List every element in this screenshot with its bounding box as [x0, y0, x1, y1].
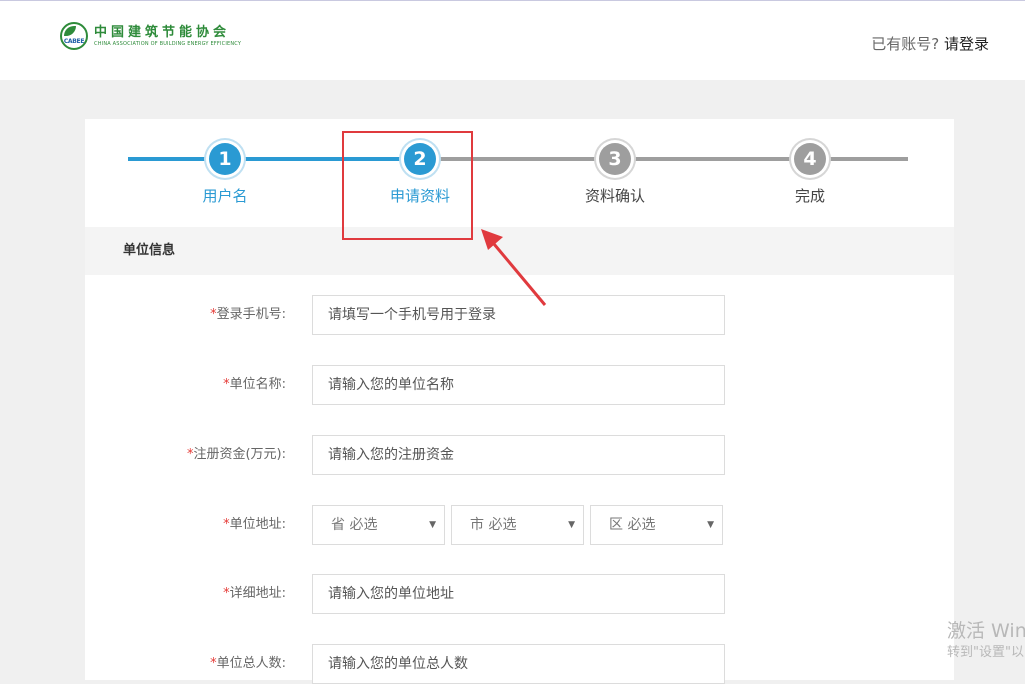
windows-activation-watermark: 激活 Win — [947, 620, 1025, 642]
annotation-arrow-head — [481, 229, 503, 250]
windows-activation-hint: 转到"设置"以 — [947, 645, 1024, 660]
annotation-arrow-shaft — [492, 243, 547, 306]
annotation-arrow-icon — [481, 229, 547, 306]
